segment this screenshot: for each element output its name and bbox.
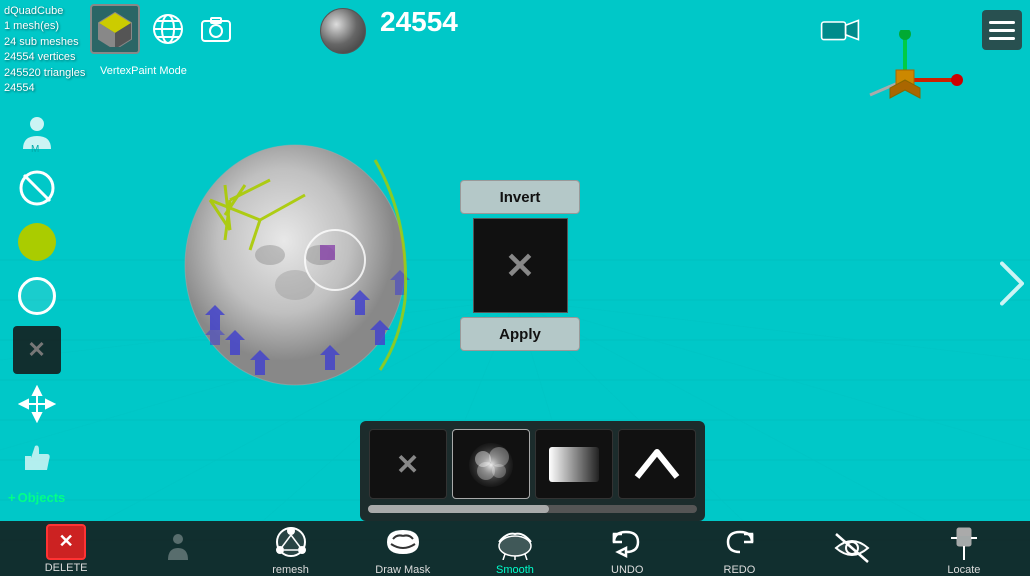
draw-mask-tool[interactable]: Draw Mask [373,522,433,576]
dark-x-button[interactable]: ✕ [13,326,61,374]
delete-tool[interactable]: ✕ DELETE [36,524,96,574]
brush-preview: ✕ [473,218,568,313]
bottom-toolbar: ✕ DELETE remesh [0,521,1030,576]
vertex-count: 24554 [380,6,458,38]
svg-text:M: M [31,144,39,154]
locate-tool[interactable]: Locate [934,522,994,576]
vertex-id: 24554 [4,81,85,96]
vertices: 24554 vertices [4,50,85,65]
right-arrow[interactable] [998,260,1026,317]
white-ring[interactable] [13,272,61,320]
objects-label: Objects [18,490,66,505]
3d-mesh-object[interactable] [150,120,440,400]
bottom-brush-panel: ✕ [360,421,705,521]
remesh-tool[interactable]: remesh [261,522,321,576]
remesh-label: remesh [272,564,309,576]
redo-label: REDO [724,564,756,576]
brush-row: ✕ [368,429,697,499]
gizmo [840,30,970,110]
apply-button[interactable]: Apply [460,317,580,351]
no-entry-icon[interactable] [13,164,61,212]
undo-label: UNDO [611,564,643,576]
smooth-label: Smooth [496,564,534,576]
slider-fill [368,505,549,513]
photo-button[interactable] [196,9,236,49]
x-brush-item[interactable]: ✕ [369,429,447,499]
menu-line-3 [989,37,1015,40]
sub-meshes: 24 sub meshes [4,35,85,50]
gradient-brush-item[interactable] [535,429,613,499]
globe-button[interactable] [148,9,188,49]
app-title: dQuadCube [4,4,85,19]
locate-label: Locate [947,564,980,576]
x-brush-icon: ✕ [505,245,535,287]
mesh-count: 1 mesh(es) [4,19,85,34]
cube-button[interactable] [90,4,140,54]
cloud-brush-item[interactable] [452,429,530,499]
transform-icon[interactable] [13,380,61,428]
redo-tool[interactable]: REDO [709,522,769,576]
undo-tool[interactable]: UNDO [597,522,657,576]
top-toolbar [90,4,236,54]
invert-button[interactable]: Invert [460,180,580,214]
menu-line-2 [989,29,1015,32]
figure-tool[interactable] [148,530,208,568]
brush-size-slider[interactable] [368,505,697,513]
chevron-brush-item[interactable] [618,429,696,499]
invert-popup: Invert ✕ Apply [460,180,580,351]
top-left-info: dQuadCube 1 mesh(es) 24 sub meshes 24554… [4,4,85,96]
left-sidebar: M ✕ +Ob [8,110,65,505]
smooth-tool[interactable]: Smooth [485,522,545,576]
thumbs-up-icon[interactable] [13,434,61,482]
green-dot[interactable] [13,218,61,266]
sphere-preview [320,8,366,54]
vertex-paint-label: VertexPaint Mode [100,65,187,77]
hide-tool[interactable] [822,528,882,570]
menu-line-1 [989,21,1015,24]
triangles: 245520 triangles [4,66,85,81]
menu-icon[interactable] [982,10,1022,50]
draw-mask-label: Draw Mask [375,564,430,576]
avatar-icon[interactable]: M [13,110,61,158]
objects-button[interactable]: +Objects [8,490,65,505]
delete-label: DELETE [45,562,88,574]
plus-icon: + [8,490,16,505]
